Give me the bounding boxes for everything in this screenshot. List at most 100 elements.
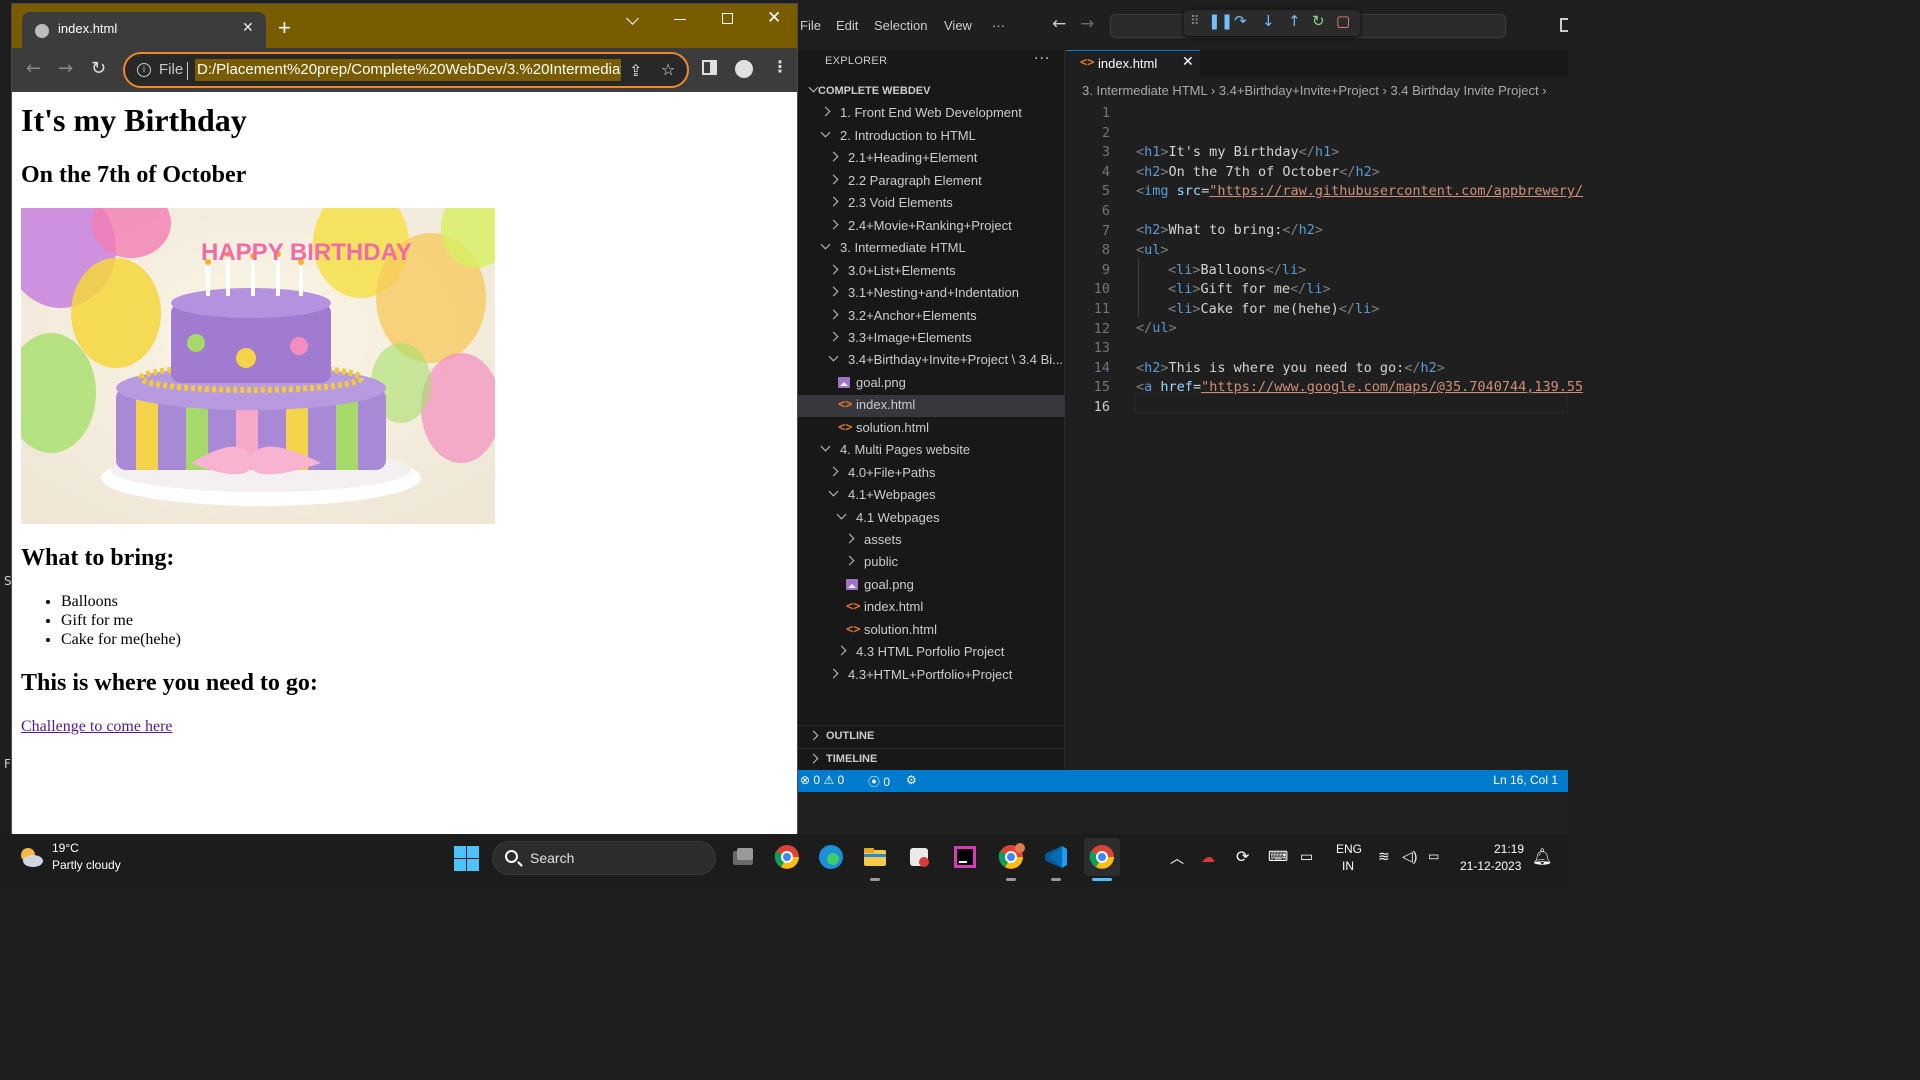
- language-top[interactable]: ENG: [1336, 842, 1362, 856]
- chrome-active-icon[interactable]: [1084, 838, 1120, 876]
- editor-tab-index[interactable]: <> index.html ✕: [1066, 50, 1200, 76]
- tree-folder[interactable]: 2. Introduction to HTML: [798, 126, 1065, 148]
- tree-folder[interactable]: 4.3 HTML Porfolio Project: [798, 642, 1065, 664]
- tree-folder[interactable]: 3.2+Anchor+Elements: [798, 306, 1065, 328]
- breadcrumb-item[interactable]: 3.4 Birthday Invite Project: [1390, 83, 1538, 98]
- edge-icon[interactable]: [816, 842, 846, 872]
- clock-time[interactable]: 21:19: [1494, 842, 1524, 856]
- more-actions-icon[interactable]: ···: [1034, 51, 1050, 67]
- forward-arrow-icon[interactable]: →: [1080, 14, 1094, 34]
- start-button[interactable]: [454, 846, 479, 871]
- address-bar[interactable]: i File D:/Placement%20prep/Complete%20We…: [123, 52, 689, 88]
- bookmark-star-icon[interactable]: ☆: [661, 60, 675, 79]
- step-out-icon[interactable]: ↑: [1288, 12, 1301, 30]
- maps-link[interactable]: Challenge to come here: [21, 718, 173, 736]
- code-editor[interactable]: <> index.html ✕ 3. Intermediate HTML › 3…: [1066, 50, 1583, 770]
- debug-launch-icon[interactable]: ⚙: [906, 773, 917, 787]
- onedrive-icon[interactable]: ☁: [1201, 849, 1215, 866]
- new-tab-icon[interactable]: +: [278, 15, 291, 41]
- search-box[interactable]: Search: [492, 841, 716, 875]
- info-icon[interactable]: i: [137, 63, 151, 77]
- reload-icon[interactable]: ↻: [91, 58, 106, 79]
- minimize-icon[interactable]: [674, 19, 686, 20]
- tree-folder[interactable]: 2.3 Void Elements: [798, 193, 1065, 215]
- language-bottom[interactable]: IN: [1342, 859, 1354, 873]
- chevron-down-icon[interactable]: [626, 12, 639, 25]
- kebab-menu-icon[interactable]: ⋮: [772, 57, 788, 76]
- tree-folder[interactable]: assets: [798, 530, 1065, 552]
- battery-icon[interactable]: ▭: [1428, 849, 1439, 863]
- close-icon[interactable]: ✕: [1182, 54, 1194, 70]
- tree-folder[interactable]: 3.4+Birthday+Invite+Project \ 3.4 Bi...: [798, 350, 1065, 372]
- problems-status[interactable]: ⊗ 0 ⚠ 0: [800, 773, 844, 787]
- back-arrow-icon[interactable]: ←: [26, 58, 41, 79]
- menu-edit[interactable]: Edit: [836, 18, 858, 33]
- forward-arrow-icon[interactable]: →: [58, 58, 73, 79]
- weather-icon[interactable]: [18, 844, 44, 870]
- maximize-icon[interactable]: [722, 13, 733, 24]
- ports-status[interactable]: ⦿ 0: [868, 773, 890, 790]
- menu-view[interactable]: View: [944, 18, 972, 33]
- tree-file[interactable]: <> index.html: [798, 597, 1065, 619]
- stop-icon[interactable]: ▢: [1336, 12, 1350, 30]
- close-icon[interactable]: ✕: [242, 20, 254, 36]
- keyboard-icon[interactable]: ⌨: [1268, 848, 1288, 865]
- tree-folder[interactable]: public: [798, 552, 1065, 574]
- file-explorer-icon[interactable]: [860, 842, 890, 872]
- outline-section[interactable]: OUTLINE: [798, 725, 1065, 747]
- pause-icon[interactable]: ❚❚: [1208, 12, 1233, 30]
- chevron-up-icon[interactable]: ︿: [1170, 848, 1184, 868]
- restart-icon[interactable]: ↻: [1312, 12, 1325, 30]
- tree-folder[interactable]: 4. Multi Pages website: [798, 440, 1065, 462]
- tree-folder[interactable]: 4.0+File+Paths: [798, 463, 1065, 485]
- tree-file[interactable]: goal.png: [798, 575, 1065, 597]
- volume-icon[interactable]: ◁): [1402, 848, 1417, 865]
- tree-folder[interactable]: 3.1+Nesting+and+Indentation: [798, 283, 1065, 305]
- side-panel-icon[interactable]: [702, 60, 717, 75]
- cursor-position[interactable]: Ln 16, Col 1: [1493, 773, 1558, 787]
- intellij-icon[interactable]: [950, 842, 980, 872]
- chrome-profile-icon[interactable]: [996, 842, 1026, 872]
- clock-date[interactable]: 21-12-2023: [1460, 859, 1521, 873]
- browser-tab[interactable]: index.html ✕: [22, 12, 266, 48]
- share-icon[interactable]: ⇪: [629, 61, 642, 80]
- tree-folder[interactable]: 4.1+Webpages: [798, 485, 1065, 507]
- snipping-tool-icon[interactable]: [904, 842, 934, 872]
- tree-folder[interactable]: 2.2 Paragraph Element: [798, 171, 1065, 193]
- weather-description[interactable]: Partly cloudy: [52, 858, 121, 872]
- tree-folder[interactable]: 4.1 Webpages: [798, 508, 1065, 530]
- vscode-icon[interactable]: [1041, 842, 1071, 872]
- drag-handle-icon[interactable]: ⠿: [1190, 14, 1200, 29]
- tree-folder[interactable]: 2.4+Movie+Ranking+Project: [798, 216, 1065, 238]
- tree-folder[interactable]: 4.3+HTML+Portfolio+Project: [798, 665, 1065, 687]
- breadcrumb-item[interactable]: 3. Intermediate HTML: [1082, 83, 1207, 98]
- tree-folder[interactable]: 3.0+List+Elements: [798, 261, 1065, 283]
- breadcrumb-item[interactable]: 3.4+Birthday+Invite+Project: [1219, 83, 1379, 98]
- workspace-header[interactable]: COMPLETE WEBDEV: [798, 81, 1065, 103]
- task-view-icon[interactable]: [728, 842, 758, 872]
- tree-folder[interactable]: 2.1+Heading+Element: [798, 148, 1065, 170]
- tree-file[interactable]: <> index.html: [798, 395, 1065, 418]
- window-close-icon[interactable]: ✕: [767, 8, 781, 28]
- profile-icon[interactable]: [735, 60, 753, 78]
- timeline-section[interactable]: TIMELINE: [798, 748, 1065, 770]
- url-text[interactable]: D:/Placement%20prep/Complete%20WebDev/3.…: [195, 59, 621, 81]
- display-icon[interactable]: ▭: [1300, 848, 1313, 865]
- menu-more[interactable]: ···: [992, 18, 1005, 33]
- menu-selection[interactable]: Selection: [874, 18, 927, 33]
- tree-file[interactable]: <> solution.html: [798, 418, 1065, 440]
- tree-file[interactable]: goal.png: [798, 373, 1065, 395]
- tree-folder[interactable]: 1. Front End Web Development: [798, 103, 1065, 125]
- tree-file[interactable]: <> solution.html: [798, 620, 1065, 642]
- tree-folder[interactable]: 3.3+Image+Elements: [798, 328, 1065, 350]
- step-into-icon[interactable]: ↓: [1262, 12, 1275, 30]
- back-arrow-icon[interactable]: ←: [1052, 14, 1066, 34]
- tree-folder[interactable]: 3. Intermediate HTML: [798, 238, 1065, 260]
- wifi-icon[interactable]: ≋: [1378, 848, 1390, 865]
- notification-bell-icon[interactable]: 🔔︎: [1532, 847, 1552, 867]
- chrome-icon[interactable]: [772, 842, 802, 872]
- menu-file[interactable]: File: [800, 18, 821, 33]
- sync-icon[interactable]: ⟳: [1236, 847, 1249, 867]
- step-over-icon[interactable]: ↷: [1234, 12, 1247, 30]
- weather-temperature[interactable]: 19°C: [52, 841, 79, 855]
